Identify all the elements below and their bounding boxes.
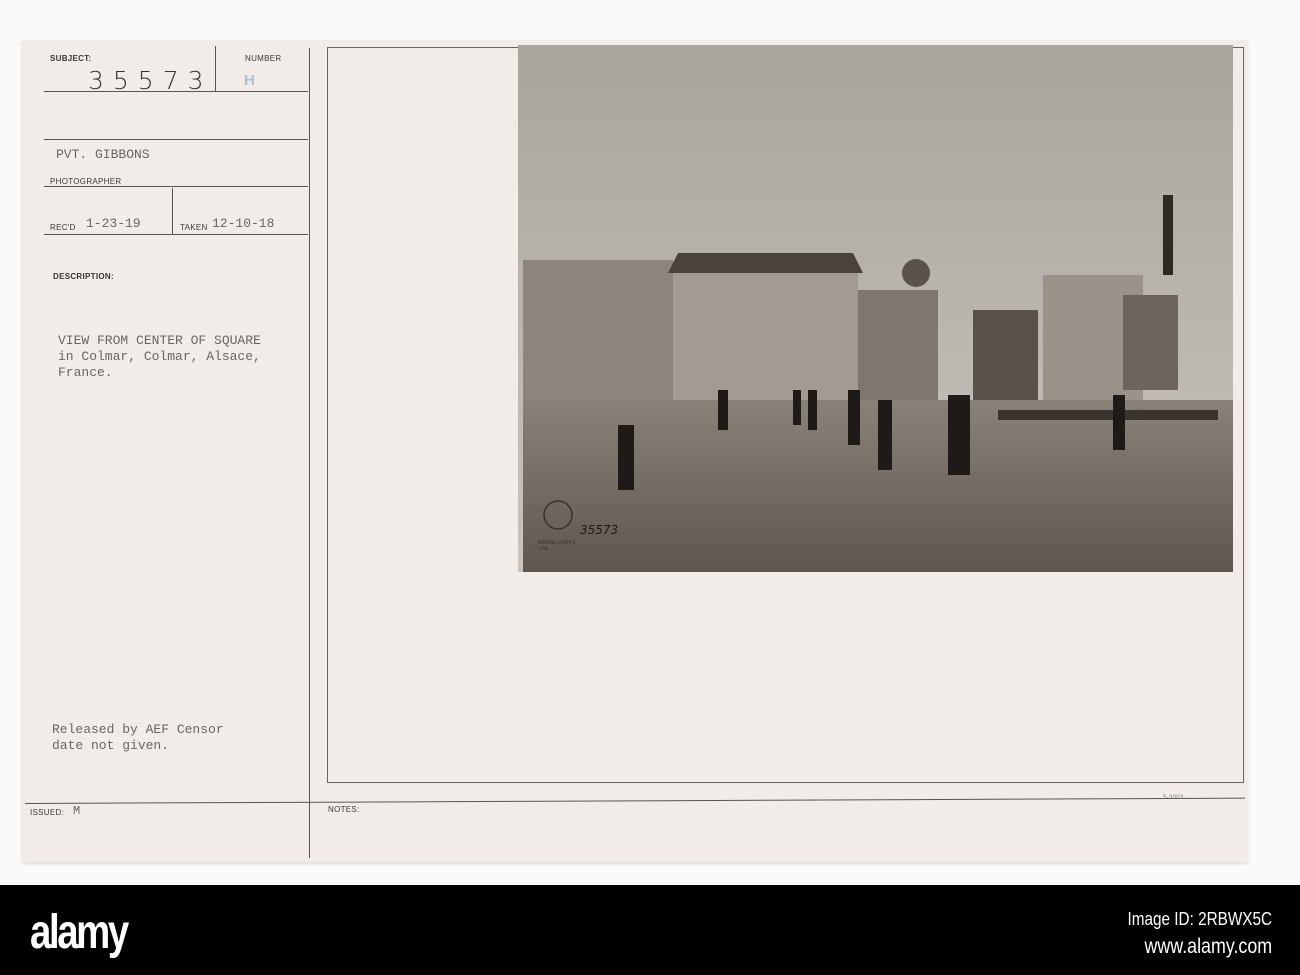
- alamy-logo: alamy: [30, 906, 129, 959]
- photographer-name: PVT. GIBBONS: [56, 147, 150, 162]
- subject-label: SUBJECT:: [50, 54, 92, 63]
- left-column-divider: [309, 48, 310, 858]
- taken-label: TAKEN: [180, 223, 208, 232]
- signal-corps-stamp-text: SIGNAL CORPS USA: [538, 540, 576, 552]
- rule: [172, 188, 173, 234]
- photo-number: 35573: [580, 523, 619, 537]
- rule: [44, 139, 308, 140]
- image-id: Image ID: 2RBWX5C: [1127, 909, 1272, 929]
- rule: [44, 186, 308, 187]
- subject-number: 35573: [88, 66, 213, 95]
- photographer-label: PHOTOGRAPHER: [50, 177, 122, 186]
- rule: [44, 234, 308, 235]
- issued-value: M: [73, 804, 81, 818]
- watermark-footer: alamy Image ID: 2RBWX5C www.alamy.com: [0, 885, 1300, 975]
- photograph-colmar-square: SIGNAL CORPS USA 35573: [518, 45, 1233, 572]
- form-code: 5-3003: [1163, 795, 1184, 801]
- alamy-url[interactable]: www.alamy.com: [1144, 935, 1272, 959]
- release-note: Released by AEF Censor date not given.: [52, 722, 224, 753]
- taken-date: 12-10-18: [212, 216, 275, 231]
- recd-date: 1-23-19: [86, 216, 141, 231]
- description-label: DESCRIPTION:: [53, 272, 114, 281]
- number-label: NUMBER: [245, 54, 282, 63]
- recd-label: REC'D: [50, 223, 76, 232]
- number-divider: [215, 46, 216, 92]
- notes-label: NOTES:: [328, 805, 360, 814]
- description-text: VIEW FROM CENTER OF SQUARE in Colmar, Co…: [58, 333, 261, 380]
- number-stamp: H: [244, 72, 255, 89]
- photo-scene: [518, 45, 1233, 572]
- issued-label: ISSUED:: [30, 808, 65, 817]
